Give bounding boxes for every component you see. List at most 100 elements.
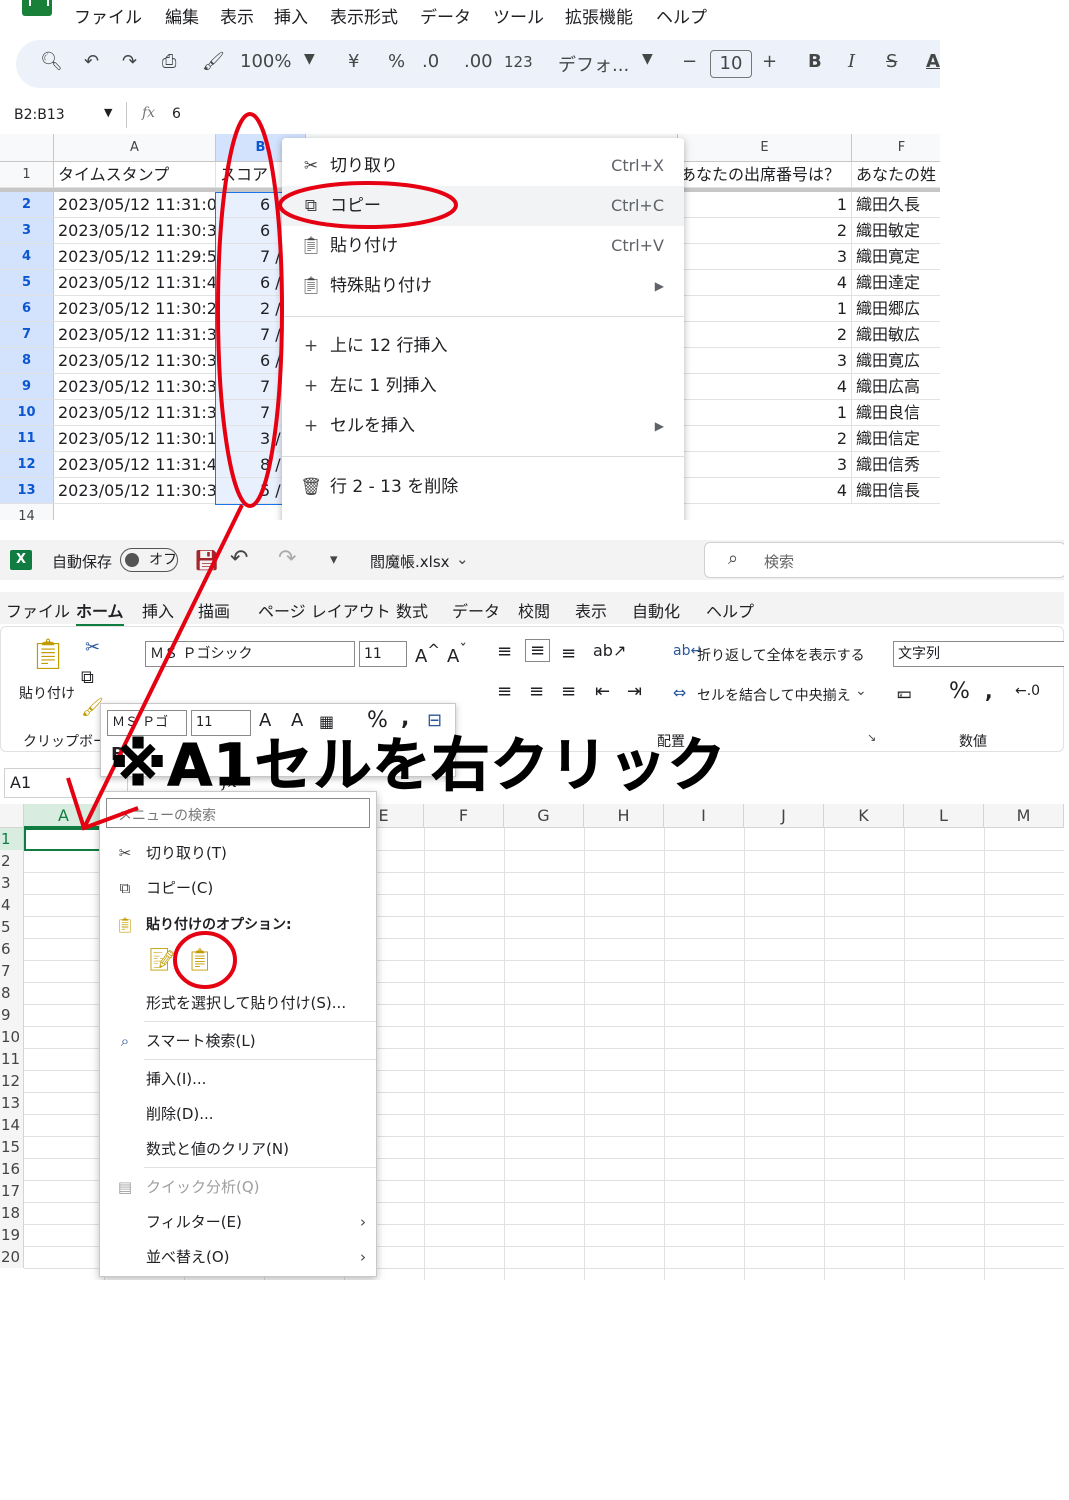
cell-attendance-number[interactable]: 2 <box>678 322 852 348</box>
percent-style-icon[interactable]: % <box>949 679 970 704</box>
menu-item-copy[interactable]: ⧉ コピー Ctrl+C <box>282 186 684 226</box>
undo-icon[interactable]: ↶ <box>84 51 99 72</box>
chevron-down-icon[interactable]: ⌄ <box>456 550 469 568</box>
number-format-button[interactable]: 123 <box>504 53 533 71</box>
tab-insert[interactable]: 挿入 <box>142 598 174 622</box>
align-top-icon[interactable]: ≡ <box>497 641 512 662</box>
menu-format[interactable]: 表示形式 <box>330 3 398 28</box>
align-right-icon[interactable]: ≡ <box>561 681 576 702</box>
wrap-text-button[interactable]: 折り返して全体を表示する <box>697 645 865 665</box>
cell-attendance-number[interactable]: 2 <box>678 218 852 244</box>
row-header[interactable]: 18 <box>0 1202 24 1224</box>
cell-surname[interactable]: 織田敏定 <box>852 218 940 244</box>
header-cell-number[interactable]: あなたの出席番号は？ <box>678 162 852 188</box>
cell-attendance-number[interactable]: 2 <box>678 426 852 452</box>
menu-insert[interactable]: 挿入 <box>274 3 308 28</box>
search-icon[interactable]: 🔍︎ <box>40 51 63 72</box>
row-header[interactable]: 7 <box>0 322 54 348</box>
menu-item-sort[interactable]: 並べ替え(O) › <box>100 1240 376 1274</box>
row-header[interactable]: 6 <box>0 938 24 960</box>
currency-button[interactable]: ¥ <box>348 51 359 72</box>
menu-item-insert[interactable]: 挿入(I)... <box>100 1062 376 1096</box>
column-header[interactable]: L <box>904 804 984 828</box>
menu-item-cut[interactable]: ✂ 切り取り(T) <box>100 836 376 870</box>
row-header[interactable]: 10 <box>0 400 54 426</box>
chevron-down-icon[interactable]: ⌄ <box>855 683 867 699</box>
row-header[interactable]: 20 <box>0 1246 24 1268</box>
menu-extensions[interactable]: 拡張機能 <box>565 3 633 28</box>
percent-button[interactable]: % <box>388 51 405 72</box>
active-cell-a1[interactable] <box>24 828 104 851</box>
menu-item-copy[interactable]: ⧉ コピー(C) <box>100 871 376 905</box>
formula-input[interactable]: 6 <box>172 106 181 122</box>
cell-timestamp[interactable]: 2023/05/12 11:31:40 <box>54 270 216 296</box>
quick-access-customize-icon[interactable]: ▾ <box>330 550 338 568</box>
tab-page-layout[interactable]: ページ レイアウト <box>258 598 391 622</box>
tab-draw[interactable]: 描画 <box>198 598 230 622</box>
row-header[interactable]: 8 <box>0 348 54 374</box>
orientation-icon[interactable]: ab↗ <box>593 641 626 660</box>
font-name-select[interactable]: ＭＳ Ｐゴシック <box>145 641 355 667</box>
strikethrough-button[interactable]: S <box>886 51 897 72</box>
tab-data[interactable]: データ <box>452 598 500 622</box>
row-header[interactable]: 15 <box>0 1136 24 1158</box>
menu-file[interactable]: ファイル <box>74 3 142 28</box>
cell-timestamp[interactable]: 2023/05/12 11:31:45 <box>54 452 216 478</box>
text-color-button[interactable]: A <box>926 51 940 72</box>
row-header[interactable]: 1 <box>0 828 24 850</box>
column-header[interactable]: K <box>824 804 904 828</box>
tab-view[interactable]: 表示 <box>575 598 607 622</box>
column-header[interactable]: J <box>744 804 824 828</box>
row-header[interactable]: 14 <box>0 504 54 520</box>
row-header[interactable]: 13 <box>0 478 54 504</box>
print-icon[interactable]: ⎙ <box>162 51 176 72</box>
row-header[interactable]: 10 <box>0 1026 24 1048</box>
menu-item-insert-cells[interactable]: + セルを挿入 ▶ <box>282 406 684 446</box>
column-header[interactable]: G <box>504 804 584 828</box>
plus-icon[interactable]: + <box>762 51 777 72</box>
menu-tools[interactable]: ツール <box>493 3 544 28</box>
column-header[interactable]: F <box>424 804 504 828</box>
column-header-e[interactable]: E <box>678 134 852 162</box>
cell-surname[interactable]: 織田寛広 <box>852 348 940 374</box>
undo-icon[interactable]: ↶ <box>230 546 248 571</box>
column-header-a[interactable]: A <box>54 134 216 162</box>
cell-attendance-number[interactable]: 1 <box>678 400 852 426</box>
row-header[interactable]: 13 <box>0 1092 24 1114</box>
cell-timestamp[interactable]: 2023/05/12 11:30:39 <box>54 218 216 244</box>
accounting-format-icon[interactable]: 💴︎ <box>897 683 911 703</box>
increase-decimal-icon[interactable]: ←.0 <box>1015 683 1040 699</box>
menu-item-delete[interactable]: 削除(D)... <box>100 1097 376 1131</box>
cell-timestamp[interactable]: 2023/05/12 11:31:38 <box>54 400 216 426</box>
tab-formulas[interactable]: 数式 <box>396 598 428 622</box>
row-header[interactable]: 9 <box>0 1004 24 1026</box>
name-box[interactable]: A1 <box>10 773 31 792</box>
column-header[interactable]: H <box>584 804 664 828</box>
paste-keep-format-icon[interactable]: 📝︎ <box>148 948 176 973</box>
redo-icon[interactable]: ↷ <box>278 546 296 571</box>
zoom-select[interactable]: 100% <box>240 51 291 72</box>
row-header[interactable]: 2 <box>0 192 54 218</box>
cell-attendance-number[interactable]: 1 <box>678 192 852 218</box>
cell-attendance-number[interactable]: 1 <box>678 296 852 322</box>
header-cell-timestamp[interactable]: タイムスタンプ <box>54 162 216 188</box>
align-left-icon[interactable]: ≡ <box>497 681 512 702</box>
row-header[interactable]: 3 <box>0 872 24 894</box>
name-box[interactable]: B2:B13 <box>14 107 65 123</box>
menu-item-paste-special[interactable]: 形式を選択して貼り付け(S)... <box>100 986 376 1020</box>
number-format-select[interactable]: 文字列 <box>893 641 1064 667</box>
increase-decimal-button[interactable]: .00 <box>464 51 493 72</box>
corner-cell[interactable] <box>0 134 54 162</box>
row-header[interactable]: 9 <box>0 374 54 400</box>
decrease-indent-icon[interactable]: ⇤ <box>595 681 610 702</box>
tab-automate[interactable]: 自動化 <box>632 598 680 622</box>
row-header[interactable]: 5 <box>0 270 54 296</box>
comma-style-icon[interactable]: , <box>985 679 993 703</box>
merge-center-button[interactable]: セルを結合して中央揃え <box>697 685 851 705</box>
column-header[interactable]: M <box>984 804 1064 828</box>
menu-edit[interactable]: 編集 <box>165 3 199 28</box>
menu-help[interactable]: ヘルプ <box>656 3 707 28</box>
tab-file[interactable]: ファイル <box>6 598 70 622</box>
row-header[interactable]: 12 <box>0 1070 24 1092</box>
menu-view[interactable]: 表示 <box>220 3 254 28</box>
